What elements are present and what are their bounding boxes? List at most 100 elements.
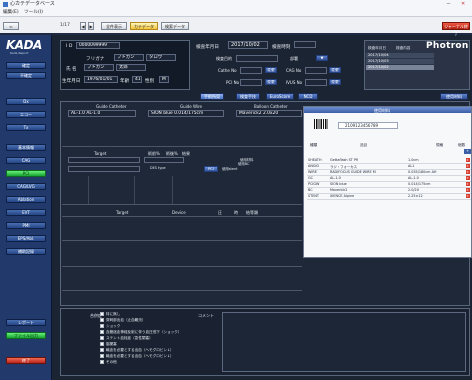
sidebar-file-output-button[interactable]: ファイル出力 (6, 332, 46, 339)
history-row-selected[interactable]: 2017/10/02 (366, 65, 434, 70)
target-field[interactable] (68, 157, 140, 163)
name-last-field[interactable]: フトガン (84, 64, 114, 71)
title-bar: 心カテデータベース － ✕ (0, 0, 472, 9)
complication-checkbox[interactable] (100, 360, 104, 364)
stent-field[interactable] (144, 157, 184, 163)
kana-first-field[interactable]: タロウ (146, 54, 176, 61)
close-icon[interactable]: ✕ (461, 0, 465, 9)
next-record-icon[interactable]: ▶ (88, 22, 94, 30)
complication-checkbox[interactable] (100, 312, 104, 316)
exit-journal-button[interactable]: ジャーナル終了 (442, 22, 470, 36)
tab-used-materials[interactable]: 使用材料 (440, 93, 468, 100)
divider (62, 216, 302, 217)
sidebar-item-cag[interactable]: CAG (6, 157, 46, 164)
sidebar-item-echo[interactable]: エコー (6, 111, 46, 118)
cath-data-button[interactable]: カテデータ (130, 22, 158, 30)
menu-tools[interactable]: ツール(I) (24, 10, 43, 15)
divider (62, 240, 302, 241)
dept-dropdown[interactable]: ▼ (316, 55, 328, 61)
delete-material-icon[interactable]: ✕ (464, 193, 471, 200)
menu-bar: 編集(E) ツール(I) (0, 9, 472, 17)
exam-date-field[interactable]: 2017/10/02 (228, 41, 268, 49)
sidebar-item-ablation[interactable]: Ablation (6, 196, 46, 203)
pci-edit-button[interactable]: 変更 (265, 79, 277, 85)
sidebar-item-basic-info[interactable]: 基本情報 (6, 144, 46, 151)
complication-checkbox[interactable] (100, 336, 104, 340)
dob-label: 生年月日 (62, 79, 81, 84)
sidebar-item-eps[interactable]: EPS/Abl. (6, 235, 46, 242)
x-icon: ✕ (465, 182, 470, 186)
dob-field[interactable]: 1976/01/01 (84, 76, 118, 83)
complication-checkbox[interactable] (100, 318, 104, 322)
comment-textarea[interactable] (222, 312, 466, 372)
cathe-edit-button[interactable]: 変更 (265, 67, 277, 73)
menu-edit[interactable]: 編集(E) (3, 10, 19, 15)
history-row[interactable]: 2017/10/03 (366, 59, 434, 64)
tab-euroscore[interactable]: EuroScore (266, 93, 294, 100)
minimize-icon[interactable]: － (446, 0, 451, 9)
ivus-edit-button[interactable]: 変更 (329, 79, 341, 85)
prev-record-icon[interactable]: ◀ (80, 22, 86, 30)
sidebar-item-confirmed[interactable]: 確定 (6, 62, 46, 69)
sidebar-report-button[interactable]: レポート (6, 319, 46, 326)
tab-surgical-findings[interactable]: 手術所見 (200, 93, 224, 100)
cathe-no-field[interactable] (240, 67, 262, 74)
materials-table: SHEATH Gettaflash ST Pfl 1.0cm ✕ ANGIO ラジ・フォー… (307, 157, 471, 200)
sidebar-item-dx[interactable]: Dx (6, 98, 46, 105)
target-field-2[interactable] (68, 166, 140, 172)
complication-checkbox[interactable] (100, 330, 104, 334)
tab-exam-technique[interactable]: 検査手技 (236, 93, 260, 100)
patient-id-field[interactable]: 0000099999 (76, 42, 120, 49)
complication-option: 特に無し (106, 312, 121, 316)
guide-wire-header: Guide Wire (180, 104, 203, 109)
barcode-input[interactable]: 2109123456789 (338, 122, 398, 129)
divider (62, 290, 302, 291)
add-material-button[interactable]: + (464, 149, 471, 154)
x-icon: ✕ (465, 170, 470, 174)
sidebar-item-cag-lvg[interactable]: CAG/LVG (6, 183, 46, 190)
back-button[interactable]: ⇐ (3, 22, 19, 30)
complication-checkbox[interactable] (100, 324, 104, 328)
balloon-catheter-field[interactable]: Maverick2 2.0x20 (236, 110, 302, 117)
des-type-label: DES type (150, 166, 166, 170)
sidebar-item-unconfirmed[interactable]: 不確定 (6, 72, 46, 79)
complication-option: ステント血栓症（急性閉塞） (106, 336, 153, 340)
guide-catheter-field[interactable]: AL-1.0 AL-1.0 (68, 110, 136, 117)
pci-no-field[interactable] (240, 79, 262, 86)
sex-field[interactable]: M (159, 76, 169, 83)
app-icon (3, 2, 8, 7)
material-row[interactable]: STENT XIENCE Alpine 2.25×12 ✕ (307, 193, 471, 200)
sidebar-item-pci[interactable]: PCI (6, 170, 46, 177)
exam-purpose-field[interactable] (236, 55, 278, 62)
sidebar-item-tx[interactable]: Tx (6, 124, 46, 131)
photron-logo: Photron (426, 41, 469, 51)
search-data-button[interactable]: 検索データ (161, 22, 189, 30)
pci-button[interactable]: PCI (204, 166, 218, 172)
complication-checkbox[interactable] (100, 354, 104, 358)
complication-checkbox[interactable] (100, 348, 104, 352)
device-header: Device (172, 210, 186, 215)
age-field[interactable]: 41 (132, 76, 142, 83)
material-item: XIENCE Alpine (329, 193, 407, 200)
divider (172, 176, 173, 204)
sidebar-item-aux-record[interactable]: 補助記録 (6, 248, 46, 255)
barcode-icon (314, 119, 328, 129)
guide-wire-field[interactable]: SION blue 0.014/175cm (148, 110, 224, 117)
ivus-no-field[interactable] (305, 79, 327, 86)
name-first-field[interactable]: 太郎 (116, 64, 146, 71)
sidebar-item-evt[interactable]: EVT (6, 209, 46, 216)
sidebar-item-pmi[interactable]: PMI (6, 222, 46, 229)
kana-last-field[interactable]: フトガン (114, 54, 144, 61)
tab-ncd[interactable]: NCD (298, 93, 318, 100)
divider (62, 266, 302, 267)
x-icon: ✕ (465, 164, 470, 168)
divider (62, 204, 302, 205)
show-all-button[interactable]: 全件表示 (101, 22, 127, 30)
history-row[interactable]: 2017/10/04 (366, 53, 434, 58)
cag-edit-button[interactable]: 変更 (329, 67, 341, 73)
sidebar-exit-button[interactable]: 終了 (6, 357, 46, 364)
cag-no-field[interactable] (305, 67, 327, 74)
complication-checkbox[interactable] (100, 342, 104, 346)
exam-date-label: 検査年月日 (196, 45, 219, 50)
exam-time-field[interactable] (294, 41, 316, 48)
